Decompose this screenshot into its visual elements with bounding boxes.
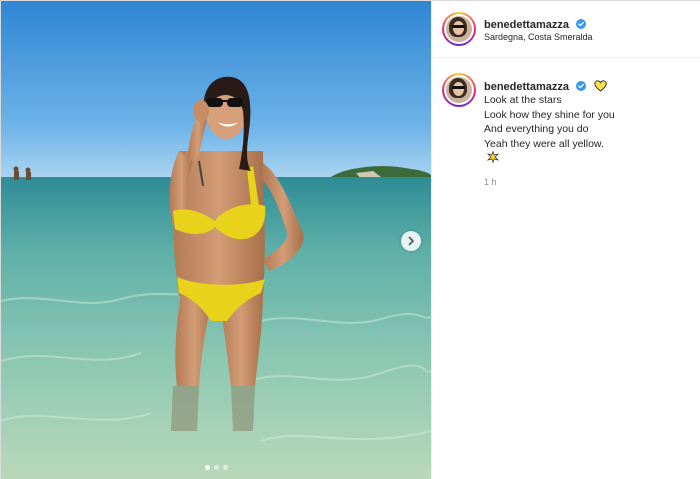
caption-author-avatar[interactable]	[442, 73, 476, 107]
post-photo	[1, 1, 431, 479]
carousel-dot	[213, 465, 219, 470]
carousel-next-button[interactable]	[401, 231, 421, 251]
yellow-heart-icon	[594, 80, 607, 92]
caption-line: Yeah they were all yellow.	[484, 137, 604, 150]
caption-username[interactable]: benedettamazza	[484, 81, 569, 93]
post-timestamp[interactable]: 1 h	[484, 177, 497, 187]
author-username[interactable]: benedettamazza	[484, 19, 569, 31]
caption-line: Look how they shine for you	[484, 108, 615, 121]
carousel-dot	[222, 465, 228, 470]
carousel-indicator	[1, 465, 431, 470]
post-media[interactable]	[1, 1, 431, 479]
author-avatar[interactable]	[442, 12, 476, 46]
carousel-dot	[204, 465, 210, 470]
verified-badge-icon	[576, 81, 587, 91]
sparkle-star-icon	[487, 151, 499, 163]
post-header: benedettamazza Sardegna, Costa Smeralda	[432, 1, 700, 58]
instagram-post: benedettamazza Sardegna, Costa Smeralda …	[0, 0, 700, 479]
post-side-panel: benedettamazza Sardegna, Costa Smeralda …	[431, 1, 700, 479]
post-location[interactable]: Sardegna, Costa Smeralda	[484, 32, 593, 42]
chevron-right-icon	[408, 236, 414, 246]
caption-text: Look at the stars Look how they shine fo…	[484, 93, 694, 151]
caption-line: And everything you do	[484, 123, 589, 135]
caption-line: Look at the stars	[484, 94, 562, 106]
verified-badge-icon	[576, 19, 587, 29]
